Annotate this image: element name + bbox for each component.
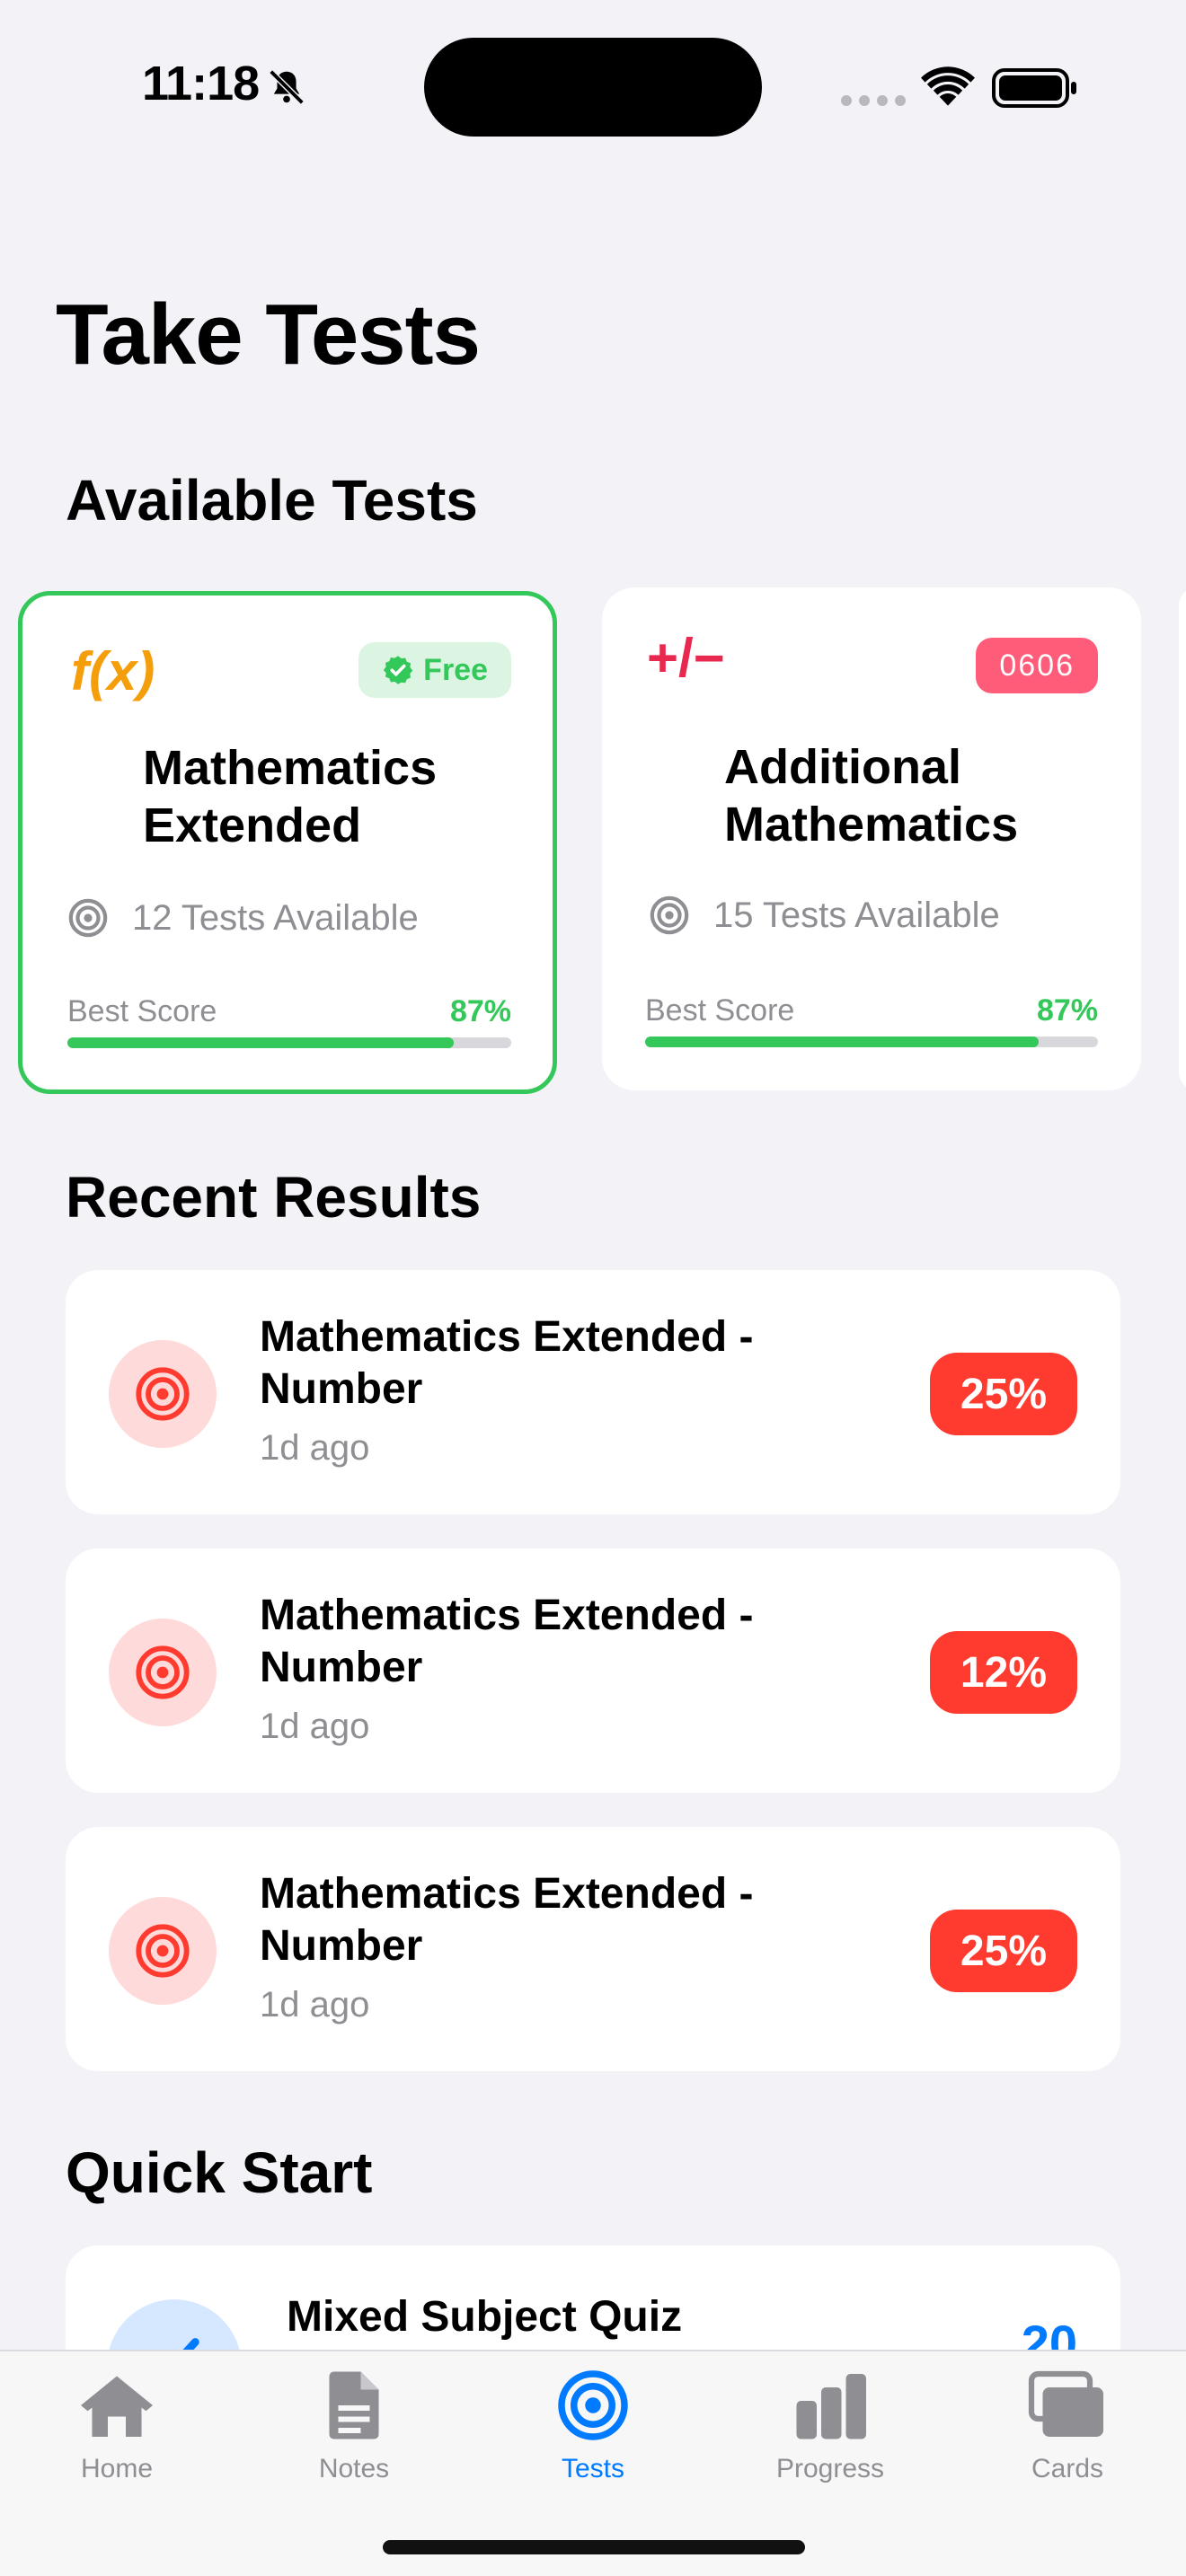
wifi-icon xyxy=(921,66,975,106)
result-card[interactable]: Mathematics Extended - Number 1d ago 12% xyxy=(66,1548,1120,1793)
result-time: 1d ago xyxy=(260,1707,370,1746)
tests-available-label: 12 Tests Available xyxy=(132,897,419,938)
result-card[interactable]: Mathematics Extended - Number 1d ago 25% xyxy=(66,1827,1120,2071)
tab-label: Notes xyxy=(318,2454,390,2483)
result-title: Mathematics Extended - Number xyxy=(260,1592,754,1691)
function-icon: f(x) xyxy=(71,641,155,701)
cards-icon xyxy=(1028,2370,1103,2437)
quick-start-title: Mixed Subject Quiz xyxy=(287,2293,683,2341)
dynamic-island xyxy=(424,38,762,137)
target-icon xyxy=(650,895,689,935)
verified-check-icon xyxy=(383,656,413,684)
best-score-label: Best Score xyxy=(67,994,217,1028)
syllabus-code-badge: 0606 xyxy=(976,638,1098,693)
target-icon xyxy=(558,2370,628,2440)
best-score-label: Best Score xyxy=(645,993,795,1028)
house-icon xyxy=(81,2376,153,2437)
plus-minus-icon: +/− xyxy=(647,628,725,688)
tests-available-row: 12 Tests Available xyxy=(67,897,419,939)
result-title: Mathematics Extended - Number xyxy=(260,1870,754,1970)
score-badge: 25% xyxy=(929,1910,1077,1992)
battery-icon xyxy=(992,68,1076,108)
tab-label: Tests xyxy=(561,2454,625,2483)
result-card[interactable]: Mathematics Extended - Number 1d ago 25% xyxy=(66,1270,1120,1514)
tests-available-row: 15 Tests Available xyxy=(649,895,1000,936)
subject-card-additional-mathematics[interactable]: +/− 0606 Additional Mathematics 15 Tests… xyxy=(602,587,1141,1090)
tab-notes[interactable]: Notes xyxy=(264,2369,444,2484)
subject-name: Additional Mathematics xyxy=(724,740,1019,851)
progress-fill xyxy=(67,1037,454,1048)
score-badge: 12% xyxy=(929,1631,1077,1714)
bar-chart-icon xyxy=(796,2374,866,2439)
best-score-value: 87% xyxy=(449,994,511,1028)
result-target-badge xyxy=(109,1619,217,1726)
target-icon xyxy=(136,1367,190,1421)
tab-home[interactable]: Home xyxy=(27,2369,207,2484)
recent-results-heading: Recent Results xyxy=(66,1165,482,1230)
page-title: Take Tests xyxy=(56,287,481,383)
free-badge: Free xyxy=(358,642,511,698)
status-time: 11:18 xyxy=(142,57,260,110)
tab-progress[interactable]: Progress xyxy=(740,2369,920,2484)
subject-card-next-partial[interactable] xyxy=(1179,587,1186,1090)
available-tests-heading: Available Tests xyxy=(66,468,478,533)
score-badge: 25% xyxy=(929,1353,1077,1435)
tab-label: Cards xyxy=(1031,2454,1104,2483)
target-icon xyxy=(136,1645,190,1699)
bell-slash-icon xyxy=(269,69,305,105)
subject-card-mathematics-extended[interactable]: f(x) Free Mathematics Extended 12 Tests … xyxy=(18,591,557,1094)
result-target-badge xyxy=(109,1897,217,2005)
best-score-progress xyxy=(645,1037,1098,1047)
target-icon xyxy=(68,898,108,938)
subject-name: Mathematics Extended xyxy=(143,741,438,852)
result-target-badge xyxy=(109,1340,217,1448)
cellular-signal-icon xyxy=(841,95,906,106)
tests-available-label: 15 Tests Available xyxy=(713,895,1000,935)
best-score-value: 87% xyxy=(1036,993,1098,1028)
best-score-progress xyxy=(67,1037,511,1048)
tab-label: Home xyxy=(80,2454,154,2483)
home-indicator xyxy=(383,2540,805,2554)
result-time: 1d ago xyxy=(260,1428,370,1468)
document-icon xyxy=(329,2371,379,2439)
quick-start-heading: Quick Start xyxy=(66,2140,373,2205)
tab-tests[interactable]: Tests xyxy=(503,2369,683,2484)
tab-label: Progress xyxy=(775,2454,885,2483)
target-icon xyxy=(136,1924,190,1978)
result-time: 1d ago xyxy=(260,1985,370,2025)
progress-fill xyxy=(645,1037,1040,1047)
screen: 11:18 Take Tests Available Tests f(x) Fr… xyxy=(0,0,1186,2576)
result-title: Mathematics Extended - Number xyxy=(260,1313,754,1413)
tab-cards[interactable]: Cards xyxy=(978,2369,1157,2484)
badge-label: Free xyxy=(423,652,488,687)
